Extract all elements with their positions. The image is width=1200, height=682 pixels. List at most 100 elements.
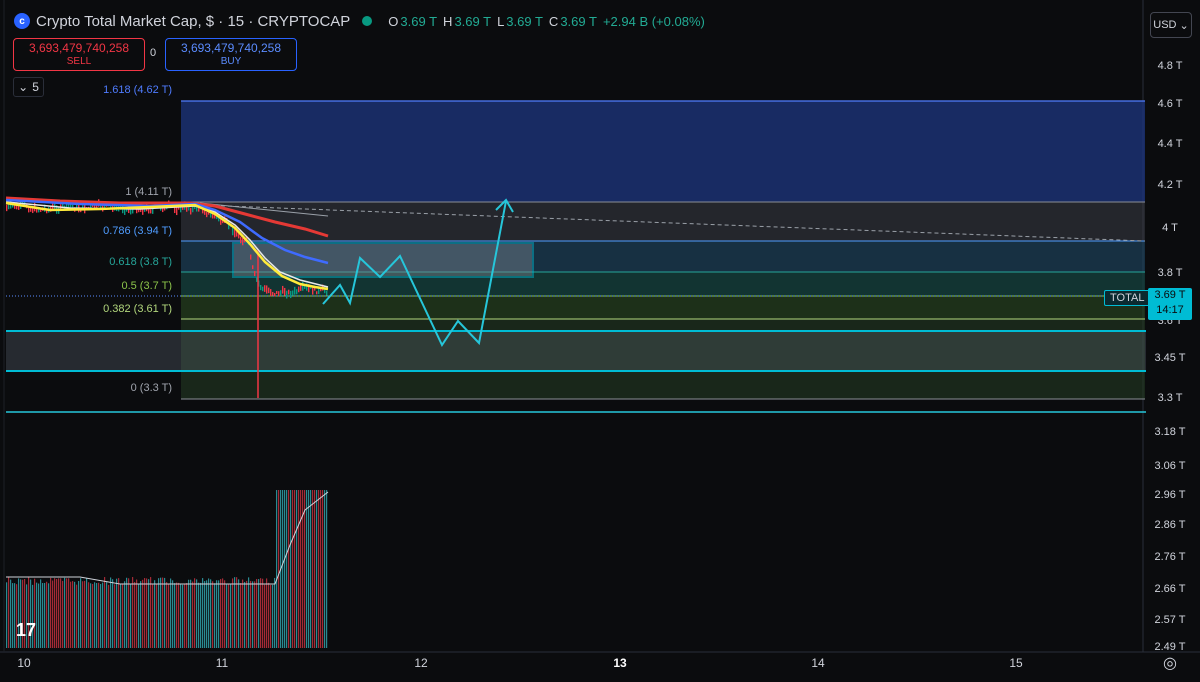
- candle: [282, 285, 284, 294]
- volume-bar: [194, 578, 196, 648]
- volume-bar: [178, 582, 180, 648]
- chart-area[interactable]: 1.618 (4.62 T) 1 (4.11 T) 0.786 (3.94 T)…: [0, 0, 1200, 677]
- market-status-icon[interactable]: [362, 16, 373, 26]
- volume-bar: [36, 582, 38, 648]
- volume-bar: [238, 579, 240, 648]
- fib-label-05: 0.5 (3.7 T): [121, 280, 172, 292]
- candle: [286, 290, 288, 299]
- volume-bar: [162, 577, 164, 648]
- volume-bar: [66, 578, 68, 648]
- volume-bar: [100, 583, 102, 648]
- buy-button[interactable]: 3,693,479,740,258 BUY: [165, 38, 297, 71]
- volume-bar: [52, 580, 54, 648]
- volume-bar: [292, 490, 294, 648]
- volume-bar: [76, 584, 78, 648]
- volume-bar: [206, 580, 208, 648]
- volume-bar: [296, 490, 298, 648]
- currency-selector[interactable]: USD ⌄: [1150, 12, 1192, 38]
- volume-bar: [284, 490, 286, 648]
- support-zone[interactable]: [6, 330, 1146, 372]
- volume-bar: [174, 583, 176, 648]
- symbol-title[interactable]: Crypto Total Market Cap, $ · 15 · CRYPTO…: [36, 13, 350, 30]
- sell-label: SELL: [66, 55, 92, 67]
- candle: [142, 208, 144, 215]
- volume-bar: [304, 490, 306, 648]
- volume-bar: [220, 579, 222, 648]
- chart-canvas[interactable]: 1.618 (4.62 T) 1 (4.11 T) 0.786 (3.94 T)…: [0, 0, 1200, 677]
- candle: [6, 204, 8, 212]
- ohlc-low-label: L: [497, 13, 505, 29]
- volume-bar: [46, 581, 48, 648]
- price-tick: 2.57 T: [1155, 614, 1186, 626]
- volume-bar: [172, 580, 174, 648]
- volume-bar: [198, 582, 200, 648]
- candle: [234, 228, 236, 238]
- volume-bar: [266, 578, 268, 648]
- crypto-logo-icon: c: [14, 13, 30, 29]
- volume-bar: [42, 583, 44, 648]
- volume-bar: [212, 581, 214, 648]
- volume-bar: [190, 579, 192, 648]
- candle: [254, 271, 256, 277]
- price-tick: 4.4 T: [1158, 138, 1183, 150]
- volume-bar: [84, 580, 86, 648]
- candle: [274, 292, 276, 297]
- volume-bar: [322, 490, 324, 648]
- ohlc-values: O 3.69 T H 3.69 T L 3.69 T C 3.69 T +2.94 B …: [384, 14, 705, 29]
- volume-bar: [240, 583, 242, 648]
- buy-label: BUY: [220, 55, 242, 67]
- candle: [326, 290, 328, 296]
- volume-bar: [276, 490, 278, 648]
- tradingview-logo-icon[interactable]: 17: [16, 620, 36, 641]
- ohlc-high: 3.69 T: [454, 13, 492, 29]
- volume-bar: [236, 577, 238, 648]
- volume-bar: [134, 581, 136, 648]
- settings-icon[interactable]: ◎: [1163, 653, 1177, 673]
- ohlc-close: 3.69 T: [560, 13, 597, 29]
- candle: [232, 227, 234, 236]
- volume-bar: [294, 490, 296, 648]
- volume-bar: [90, 583, 92, 648]
- volume-bar: [64, 577, 66, 648]
- volume-bar: [142, 579, 144, 648]
- volume-bar: [204, 581, 206, 648]
- sell-button[interactable]: 3,693,479,740,258 SELL: [13, 38, 145, 71]
- price-tick: 3.06 T: [1155, 460, 1186, 472]
- volume-bar: [182, 584, 184, 648]
- volume-bar: [262, 578, 264, 648]
- volume-bar: [146, 578, 148, 648]
- volume-bar: [124, 581, 126, 648]
- volume-bar: [132, 577, 134, 648]
- fib-label-0618: 0.618 (3.8 T): [109, 256, 172, 268]
- candle: [260, 285, 262, 291]
- volume-bar: [252, 581, 254, 648]
- volume-bar: [164, 577, 166, 648]
- fib-label-0786: 0.786 (3.94 T): [103, 225, 172, 237]
- chevron-down-icon: ⌄: [1179, 19, 1189, 32]
- price-tick: 4 T: [1162, 222, 1178, 234]
- fib-label-0382: 0.382 (3.61 T): [103, 303, 172, 315]
- ohlc-open: 3.69 T: [400, 13, 438, 29]
- price-tick: 4.8 T: [1158, 60, 1183, 72]
- ohlc-change: +2.94 B (+0.08%): [602, 13, 705, 29]
- volume-bar: [130, 583, 132, 648]
- volume-bar: [200, 582, 202, 648]
- candle: [268, 287, 270, 294]
- volume-bar: [168, 584, 170, 648]
- symbol-header[interactable]: c Crypto Total Market Cap, $ · 15 · CRYP…: [14, 8, 705, 34]
- indicators-toggle[interactable]: ⌄ 5: [13, 77, 44, 97]
- candle: [250, 254, 252, 260]
- volume-bar: [320, 490, 322, 648]
- volume-bar: [144, 577, 146, 648]
- ohlc-open-label: O: [388, 13, 399, 29]
- volume-bar: [234, 577, 236, 648]
- volume-bar: [298, 490, 300, 648]
- volume-bar: [180, 584, 182, 648]
- volume-bar: [112, 579, 114, 648]
- candle: [294, 286, 296, 295]
- volume-bar: [232, 578, 234, 648]
- volume-bar: [78, 581, 80, 648]
- volume-bar: [98, 582, 100, 648]
- volume-bar: [264, 584, 266, 648]
- volume-bar: [222, 578, 224, 648]
